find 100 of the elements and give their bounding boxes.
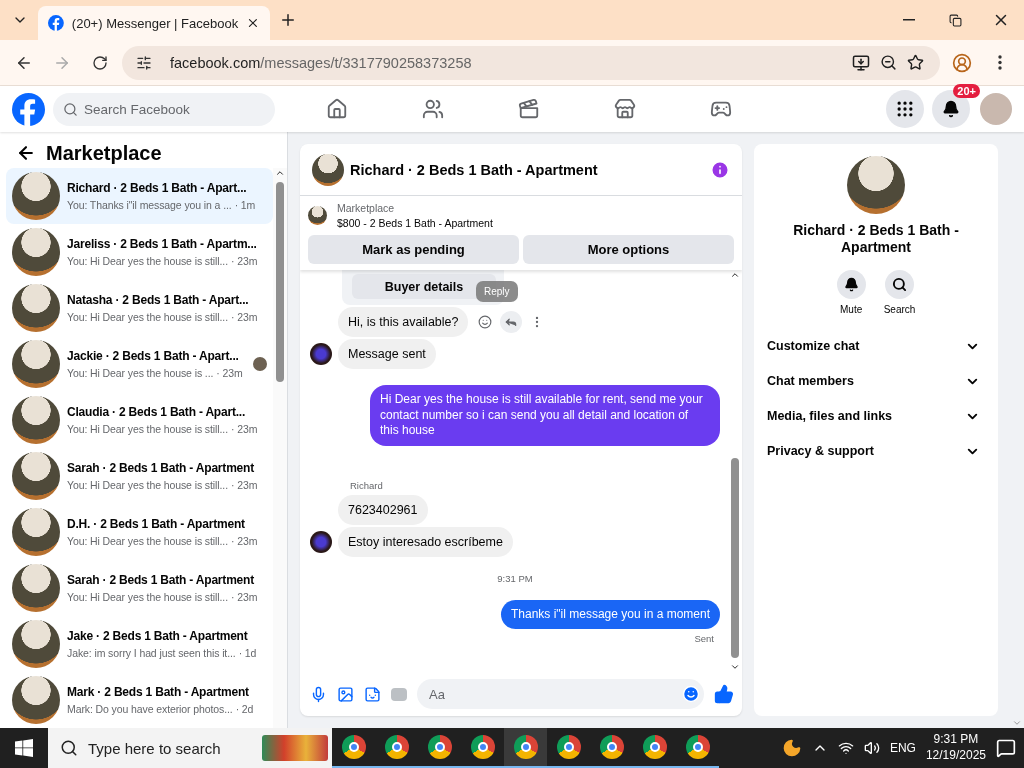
message-time: · 23m bbox=[231, 479, 258, 491]
conversation-item[interactable]: Natasha · 2 Beds 1 Bath - Apart... You: Hi Dear yes the house is still... · 23m bbox=[6, 280, 273, 336]
conversation-item[interactable]: Sarah · 2 Beds 1 Bath - Apartment You: Hi Dear yes the house is still... · 23m bbox=[6, 448, 273, 504]
sliders-icon bbox=[136, 54, 152, 71]
emoji-icon[interactable] bbox=[682, 685, 700, 703]
message-bubble: Hi, is this available? bbox=[338, 307, 469, 337]
windows-logo-icon bbox=[15, 739, 33, 757]
reload-icon bbox=[92, 54, 108, 71]
video-icon bbox=[518, 98, 540, 120]
sender-name: Richard bbox=[350, 479, 384, 491]
notification-badge: 20+ bbox=[953, 84, 980, 98]
user-icon bbox=[952, 52, 972, 73]
menu-icon bbox=[998, 55, 1002, 70]
zoom-icon[interactable] bbox=[880, 54, 897, 71]
browser-app-button[interactable] bbox=[504, 728, 547, 768]
message-time: · 1d bbox=[238, 647, 257, 659]
facebook-logo-icon[interactable] bbox=[12, 92, 45, 126]
message-bubble: Estoy interesado escríbeme bbox=[338, 526, 513, 557]
message-time: · 2d bbox=[235, 703, 254, 715]
photo-placeholder bbox=[12, 284, 60, 332]
mute-button[interactable]: Mute bbox=[836, 269, 866, 315]
conversation-name: D.H. · 2 Beds 1 Bath - Apartment bbox=[67, 517, 246, 531]
bookmark-star-icon[interactable] bbox=[907, 54, 924, 71]
message-preview: You: Hi Dear yes the house is still... bbox=[67, 535, 228, 547]
browser-tab[interactable]: (20+) Messenger | Facebook bbox=[38, 6, 270, 40]
message-time: · 1m bbox=[234, 199, 256, 211]
conversation-name: Jake · 2 Beds 1 Bath - Apartment bbox=[67, 629, 249, 643]
browser-icon bbox=[470, 735, 495, 759]
photo-placeholder bbox=[312, 153, 344, 186]
image-icon[interactable] bbox=[337, 685, 354, 703]
photo-placeholder bbox=[12, 452, 60, 500]
conversation-item[interactable]: Jareliss · 2 Beds 1 Bath - Apartm... You: Hi Dear yes the house is still... · 23m bbox=[6, 224, 273, 280]
scrollbar-thumb[interactable] bbox=[276, 182, 284, 382]
reply-button[interactable] bbox=[500, 311, 523, 333]
search-icon bbox=[60, 739, 78, 757]
language-indicator[interactable]: ENG bbox=[889, 741, 916, 755]
section-toggle[interactable]: Customize chat bbox=[762, 328, 990, 364]
conversation-item[interactable]: Sarah · 2 Beds 1 Bath - Apartment You: Hi Dear yes the house is still... · 23m bbox=[6, 560, 273, 616]
message-time: · 23m bbox=[231, 591, 258, 603]
browser-icon bbox=[599, 735, 624, 759]
taskbar-search-field[interactable]: Type here to search bbox=[48, 728, 332, 768]
conversation-name: Natasha · 2 Beds 1 Bath - Apart... bbox=[67, 293, 250, 307]
photo-placeholder bbox=[308, 206, 327, 225]
message-field[interactable]: Aa bbox=[417, 679, 704, 709]
photo-placeholder bbox=[12, 396, 60, 444]
message-preview: You: Hi Dear yes the house is still... bbox=[67, 591, 228, 603]
sticker-icon[interactable] bbox=[364, 685, 381, 703]
action-button[interactable]: More options bbox=[523, 235, 734, 264]
gifts-drawing bbox=[262, 735, 328, 761]
section-toggle[interactable]: Privacy & support bbox=[762, 433, 990, 469]
message-preview: You: Hi Dear yes the house is still... bbox=[67, 423, 228, 435]
conversation-item[interactable]: Jake · 2 Beds 1 Bath - Apartment Jake: im sorry I had just seen this it... · 1d bbox=[6, 616, 273, 672]
message-bubble: Hi Dear yes the house is still available for rent, send me your contact number so i can send you all detail and location of this house bbox=[370, 385, 720, 446]
message-preview: You: Hi Dear yes the house is still... bbox=[67, 311, 228, 323]
tooltip: Reply bbox=[476, 281, 518, 302]
timestamp: 9:31 PM bbox=[497, 572, 533, 584]
message-time: · 23m bbox=[231, 535, 258, 547]
conversation-item[interactable]: D.H. · 2 Beds 1 Bath - Apartment You: Hi Dear yes the house is still... · 23m bbox=[6, 504, 273, 560]
chat-title: Richard · 2 Beds 1 Bath - Apartment bbox=[350, 161, 599, 178]
action-button[interactable]: Mark as pending bbox=[308, 235, 519, 264]
conversation-item[interactable]: Jackie · 2 Beds 1 Bath - Apart... You: Hi Dear yes the house is ... · 23m bbox=[6, 336, 273, 392]
people-icon bbox=[422, 98, 444, 120]
conversation-name: Claudia · 2 Beds 1 Bath - Apart... bbox=[67, 405, 247, 419]
scroll-up-icon[interactable] bbox=[275, 168, 285, 178]
message-preview: You: Hi Dear yes the house is still... bbox=[67, 479, 228, 491]
volume-icon[interactable] bbox=[863, 740, 880, 756]
install-icon[interactable] bbox=[852, 53, 870, 72]
menu-grid-button[interactable] bbox=[886, 90, 924, 128]
conversation-item[interactable]: Claudia · 2 Beds 1 Bath - Apart... You: Hi Dear yes the house is still... · 23m bbox=[6, 392, 273, 448]
plus-icon bbox=[279, 11, 297, 29]
search-field[interactable]: Search Facebook bbox=[53, 92, 275, 126]
scroll-down-icon[interactable] bbox=[730, 662, 740, 672]
network-icon[interactable] bbox=[837, 740, 854, 756]
grid-icon bbox=[895, 99, 915, 119]
home-icon bbox=[326, 98, 348, 120]
scrollbar-thumb[interactable] bbox=[731, 458, 739, 658]
photo-placeholder bbox=[12, 172, 60, 220]
clock[interactable]: 9:31 PM 12/19/2025 bbox=[925, 732, 986, 764]
section-toggle[interactable]: Media, files and links bbox=[762, 398, 990, 434]
info-icon[interactable] bbox=[710, 159, 730, 180]
browser-icon bbox=[427, 735, 452, 759]
like-icon[interactable] bbox=[714, 684, 734, 704]
conversation-item[interactable]: Richard · 2 Beds 1 Bath - Apart... You: Thanks i"il message you in a ... · 1m bbox=[6, 168, 273, 224]
close-icon[interactable] bbox=[246, 16, 260, 30]
search-button[interactable]: Search bbox=[883, 269, 916, 315]
reply-icon bbox=[504, 315, 519, 329]
conversation-name: Sarah · 2 Beds 1 Bath - Apartment bbox=[67, 573, 255, 587]
microphone-icon[interactable] bbox=[310, 685, 327, 703]
search-icon bbox=[885, 269, 914, 299]
section-toggle[interactable]: Chat members bbox=[762, 363, 990, 399]
message-preview: You: Thanks i"il message you in a ... bbox=[67, 199, 232, 211]
moon-icon[interactable] bbox=[781, 738, 802, 758]
clock-date: 12/19/2025 bbox=[925, 748, 986, 764]
listing-title: $800 - 2 Beds 1 Bath - Apartment bbox=[337, 217, 493, 229]
notifications-icon[interactable] bbox=[996, 738, 1016, 758]
conversation-item[interactable]: Mark · 2 Beds 1 Bath - Apartment Mark: Do you have exterior photos... · 2d bbox=[6, 672, 273, 728]
scroll-up-icon[interactable] bbox=[730, 270, 740, 280]
browser-icon bbox=[513, 735, 538, 759]
sidebar-title: Marketplace bbox=[46, 141, 162, 165]
message-input[interactable]: Aa bbox=[427, 685, 682, 703]
